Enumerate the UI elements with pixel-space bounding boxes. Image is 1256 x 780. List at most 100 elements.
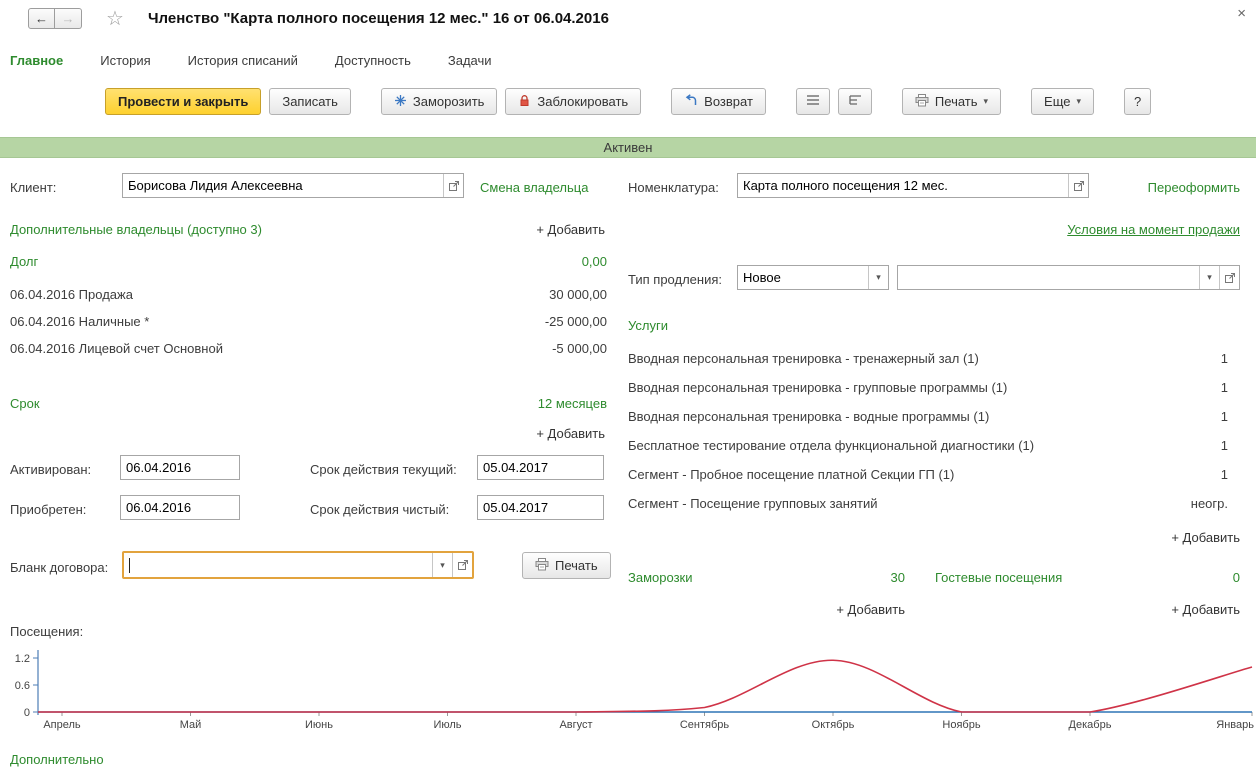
close-icon[interactable]: × xyxy=(1237,5,1246,22)
post-and-close-button[interactable]: Провести и закрыть xyxy=(105,88,261,115)
add-owner-link[interactable]: + Добавить xyxy=(536,222,605,237)
service-row-value: 1 xyxy=(1221,409,1228,424)
sale-conditions-link[interactable]: Условия на момент продажи xyxy=(1067,222,1240,237)
activated-input[interactable] xyxy=(121,456,239,479)
more-button-label: Еще xyxy=(1044,94,1070,109)
renewal-extra-input[interactable] xyxy=(898,266,1199,289)
save-button[interactable]: Записать xyxy=(269,88,351,115)
svg-text:Январь: Январь xyxy=(1216,719,1254,731)
help-button[interactable]: ? xyxy=(1124,88,1151,115)
term-value: 12 месяцев xyxy=(538,396,607,411)
nav-history-buttons: ← → xyxy=(28,8,82,29)
add-service-link[interactable]: + Добавить xyxy=(1171,530,1240,545)
additional-section-title[interactable]: Дополнительно xyxy=(10,752,104,767)
service-row: Бесплатное тестирование отдела функциона… xyxy=(628,431,1228,460)
back-button[interactable]: ← xyxy=(28,8,55,29)
add-freeze-link[interactable]: + Добавить xyxy=(836,602,905,617)
purchased-input[interactable] xyxy=(121,496,239,519)
renewal-extra-dropdown-icon[interactable]: ▾ xyxy=(1199,266,1219,289)
activated-label: Активирован: xyxy=(10,462,91,477)
contract-dropdown-icon[interactable]: ▾ xyxy=(432,553,452,577)
favorite-star-icon[interactable]: ☆ xyxy=(106,6,124,31)
service-row: Вводная персональная тренировка - водные… xyxy=(628,402,1228,431)
debt-title[interactable]: Долг xyxy=(10,254,38,269)
service-row-value: неогр. xyxy=(1191,496,1228,511)
renewal-dropdown-icon[interactable]: ▾ xyxy=(868,266,888,289)
tab-availability[interactable]: Доступность xyxy=(335,53,411,68)
nomenclature-field[interactable] xyxy=(737,173,1089,198)
service-row: Вводная персональная тренировка - тренаж… xyxy=(628,344,1228,373)
contract-open-icon[interactable] xyxy=(452,553,472,577)
client-field[interactable] xyxy=(122,173,464,198)
client-open-icon[interactable] xyxy=(443,174,463,197)
valid-current-field[interactable] xyxy=(477,455,604,480)
window-header: ← → ☆ Членство "Карта полного посещения … xyxy=(0,0,1256,44)
toolbar: Провести и закрыть Записать Заморозить З… xyxy=(105,88,1151,115)
nomenclature-input[interactable] xyxy=(738,174,1068,197)
client-input[interactable] xyxy=(123,174,443,197)
add-guest-visit-link[interactable]: + Добавить xyxy=(1171,602,1240,617)
block-button[interactable]: Заблокировать xyxy=(505,88,641,115)
block-button-label: Заблокировать xyxy=(537,94,628,109)
valid-net-field[interactable] xyxy=(477,495,604,520)
service-rows: Вводная персональная тренировка - тренаж… xyxy=(628,344,1228,518)
status-text: Активен xyxy=(604,140,653,155)
visits-chart: 00.61.2АпрельМайИюньИюльАвгустСентябрьОк… xyxy=(0,640,1256,740)
list-view-button[interactable] xyxy=(796,88,830,115)
list-icon xyxy=(806,94,820,109)
tab-tasks[interactable]: Задачи xyxy=(448,53,492,68)
service-row-name: Сегмент - Посещение групповых занятий xyxy=(628,496,877,511)
debt-row-value: -25 000,00 xyxy=(545,314,607,329)
tab-main[interactable]: Главное xyxy=(10,53,63,68)
forward-button[interactable]: → xyxy=(55,8,82,29)
term-header: Срок 12 месяцев xyxy=(10,396,607,411)
print-menu-button[interactable]: Печать ▾ xyxy=(902,88,1001,115)
refund-button[interactable]: Возврат xyxy=(671,88,766,115)
renewal-type-label: Тип продления: xyxy=(628,272,722,287)
svg-text:0.6: 0.6 xyxy=(15,680,30,692)
freeze-button[interactable]: Заморозить xyxy=(381,88,498,115)
activated-field[interactable] xyxy=(120,455,240,480)
purchased-field[interactable] xyxy=(120,495,240,520)
contract-form-combo[interactable]: ▾ xyxy=(122,551,474,579)
contract-print-button[interactable]: Печать xyxy=(522,552,611,579)
tree-view-button[interactable] xyxy=(838,88,872,115)
svg-text:Апрель: Апрель xyxy=(43,719,81,731)
service-row-value: 1 xyxy=(1221,438,1228,453)
debt-row: 06.04.2016 Лицевой счет Основной-5 000,0… xyxy=(10,335,607,362)
tab-history[interactable]: История xyxy=(100,53,150,68)
return-arrow-icon xyxy=(684,94,698,110)
svg-text:Ноябрь: Ноябрь xyxy=(942,719,980,731)
change-owner-link[interactable]: Смена владельца xyxy=(480,180,588,195)
renewal-type-input[interactable] xyxy=(738,266,868,289)
services-title[interactable]: Услуги xyxy=(628,318,668,333)
valid-net-input[interactable] xyxy=(478,496,603,519)
status-bar: Активен xyxy=(0,137,1256,158)
add-term-link[interactable]: + Добавить xyxy=(536,426,605,441)
valid-current-input[interactable] xyxy=(478,456,603,479)
tab-writeoff-history[interactable]: История списаний xyxy=(188,53,298,68)
freeze-icon xyxy=(394,94,407,110)
reissue-link[interactable]: Переоформить xyxy=(1148,180,1240,195)
printer-icon xyxy=(535,558,549,574)
freezes-title[interactable]: Заморозки xyxy=(628,570,692,585)
refund-button-label: Возврат xyxy=(704,94,753,109)
lock-icon xyxy=(518,94,531,110)
visits-chart-title: Посещения: xyxy=(10,624,83,639)
debt-row-name: 06.04.2016 Наличные * xyxy=(10,314,149,329)
term-title[interactable]: Срок xyxy=(10,396,40,411)
renewal-extra-open-icon[interactable] xyxy=(1219,266,1239,289)
additional-owners-title[interactable]: Дополнительные владельцы (доступно 3) xyxy=(10,222,262,237)
svg-text:Декабрь: Декабрь xyxy=(1069,719,1112,731)
nomenclature-open-icon[interactable] xyxy=(1068,174,1088,197)
more-button[interactable]: Еще ▾ xyxy=(1031,88,1094,115)
guest-visits-header: Гостевые посещения 0 xyxy=(935,570,1240,585)
debt-header: Долг 0,00 xyxy=(10,254,607,269)
debt-row-name: 06.04.2016 Продажа xyxy=(10,287,133,302)
renewal-extra-combo[interactable]: ▾ xyxy=(897,265,1240,290)
contract-form-input[interactable] xyxy=(130,553,432,577)
guest-visits-title[interactable]: Гостевые посещения xyxy=(935,570,1062,585)
renewal-type-combo[interactable]: ▾ xyxy=(737,265,889,290)
service-row-name: Вводная персональная тренировка - группо… xyxy=(628,380,1007,395)
service-row: Вводная персональная тренировка - группо… xyxy=(628,373,1228,402)
